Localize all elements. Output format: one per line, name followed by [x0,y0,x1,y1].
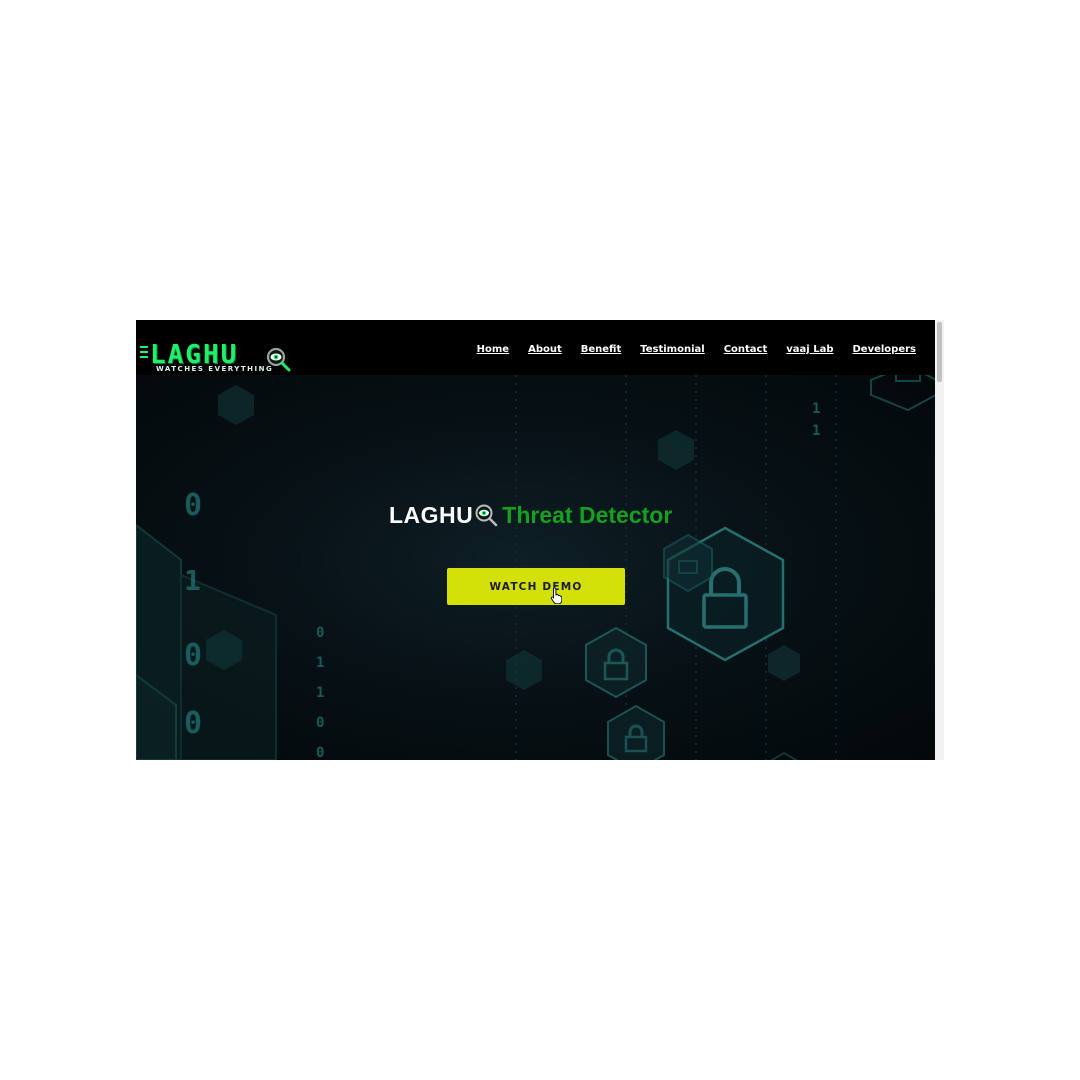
hand-pointer-icon [550,588,562,604]
svg-text:1: 1 [316,685,324,701]
nav-benefit[interactable]: Benefit [581,344,622,355]
svg-text:0: 0 [316,745,324,760]
nav-testimonial[interactable]: Testimonial [640,344,704,355]
hero-title-accent: Threat Detector [502,501,673,528]
nav-links: Home About Benefit Testimonial Contact v… [458,344,916,355]
logo-tagline: WATCHES EVERYTHING [156,365,274,373]
hero-title: LAGHU Threat Detector [389,500,672,530]
navbar: LAGHU WATCHES EVERYTHING Home About Bene… [136,320,935,375]
watch-demo-button[interactable]: WATCH DEMO [447,568,625,605]
nav-vaaj-lab[interactable]: vaaj Lab [786,344,833,355]
nav-developers[interactable]: Developers [852,344,916,355]
svg-text:1: 1 [812,423,820,439]
hero-title-brand: LAGHU [389,501,474,528]
svg-text:1: 1 [184,564,201,597]
svg-text:0: 0 [184,488,202,523]
eye-magnifier-icon [475,504,498,527]
nav-about[interactable]: About [528,344,562,355]
logo-speed-lines [140,346,148,360]
scrollbar-thumb[interactable] [937,322,942,382]
logo-wordmark: LAGHU [150,340,239,370]
browser-viewport: LAGHU WATCHES EVERYTHING Home About Bene… [136,320,944,760]
svg-text:0: 0 [184,706,202,741]
eye-magnifier-icon [266,347,291,372]
lock-hexagon-bottom-icon [607,704,665,760]
nav-home[interactable]: Home [477,344,509,355]
hero-section: 0 1 0 0 0 1 1 0 0 1 1 LAGHU Threat Detec… [136,375,935,760]
svg-text:0: 0 [316,625,324,641]
nav-contact[interactable]: Contact [724,344,768,355]
page-scrollbar[interactable] [935,320,944,760]
svg-text:0: 0 [184,638,202,673]
svg-text:1: 1 [316,655,324,671]
svg-text:1: 1 [812,401,820,417]
lock-hexagon-small-icon [585,626,647,699]
svg-text:0: 0 [316,715,324,731]
logo[interactable]: LAGHU WATCHES EVERYTHING [140,340,291,376]
